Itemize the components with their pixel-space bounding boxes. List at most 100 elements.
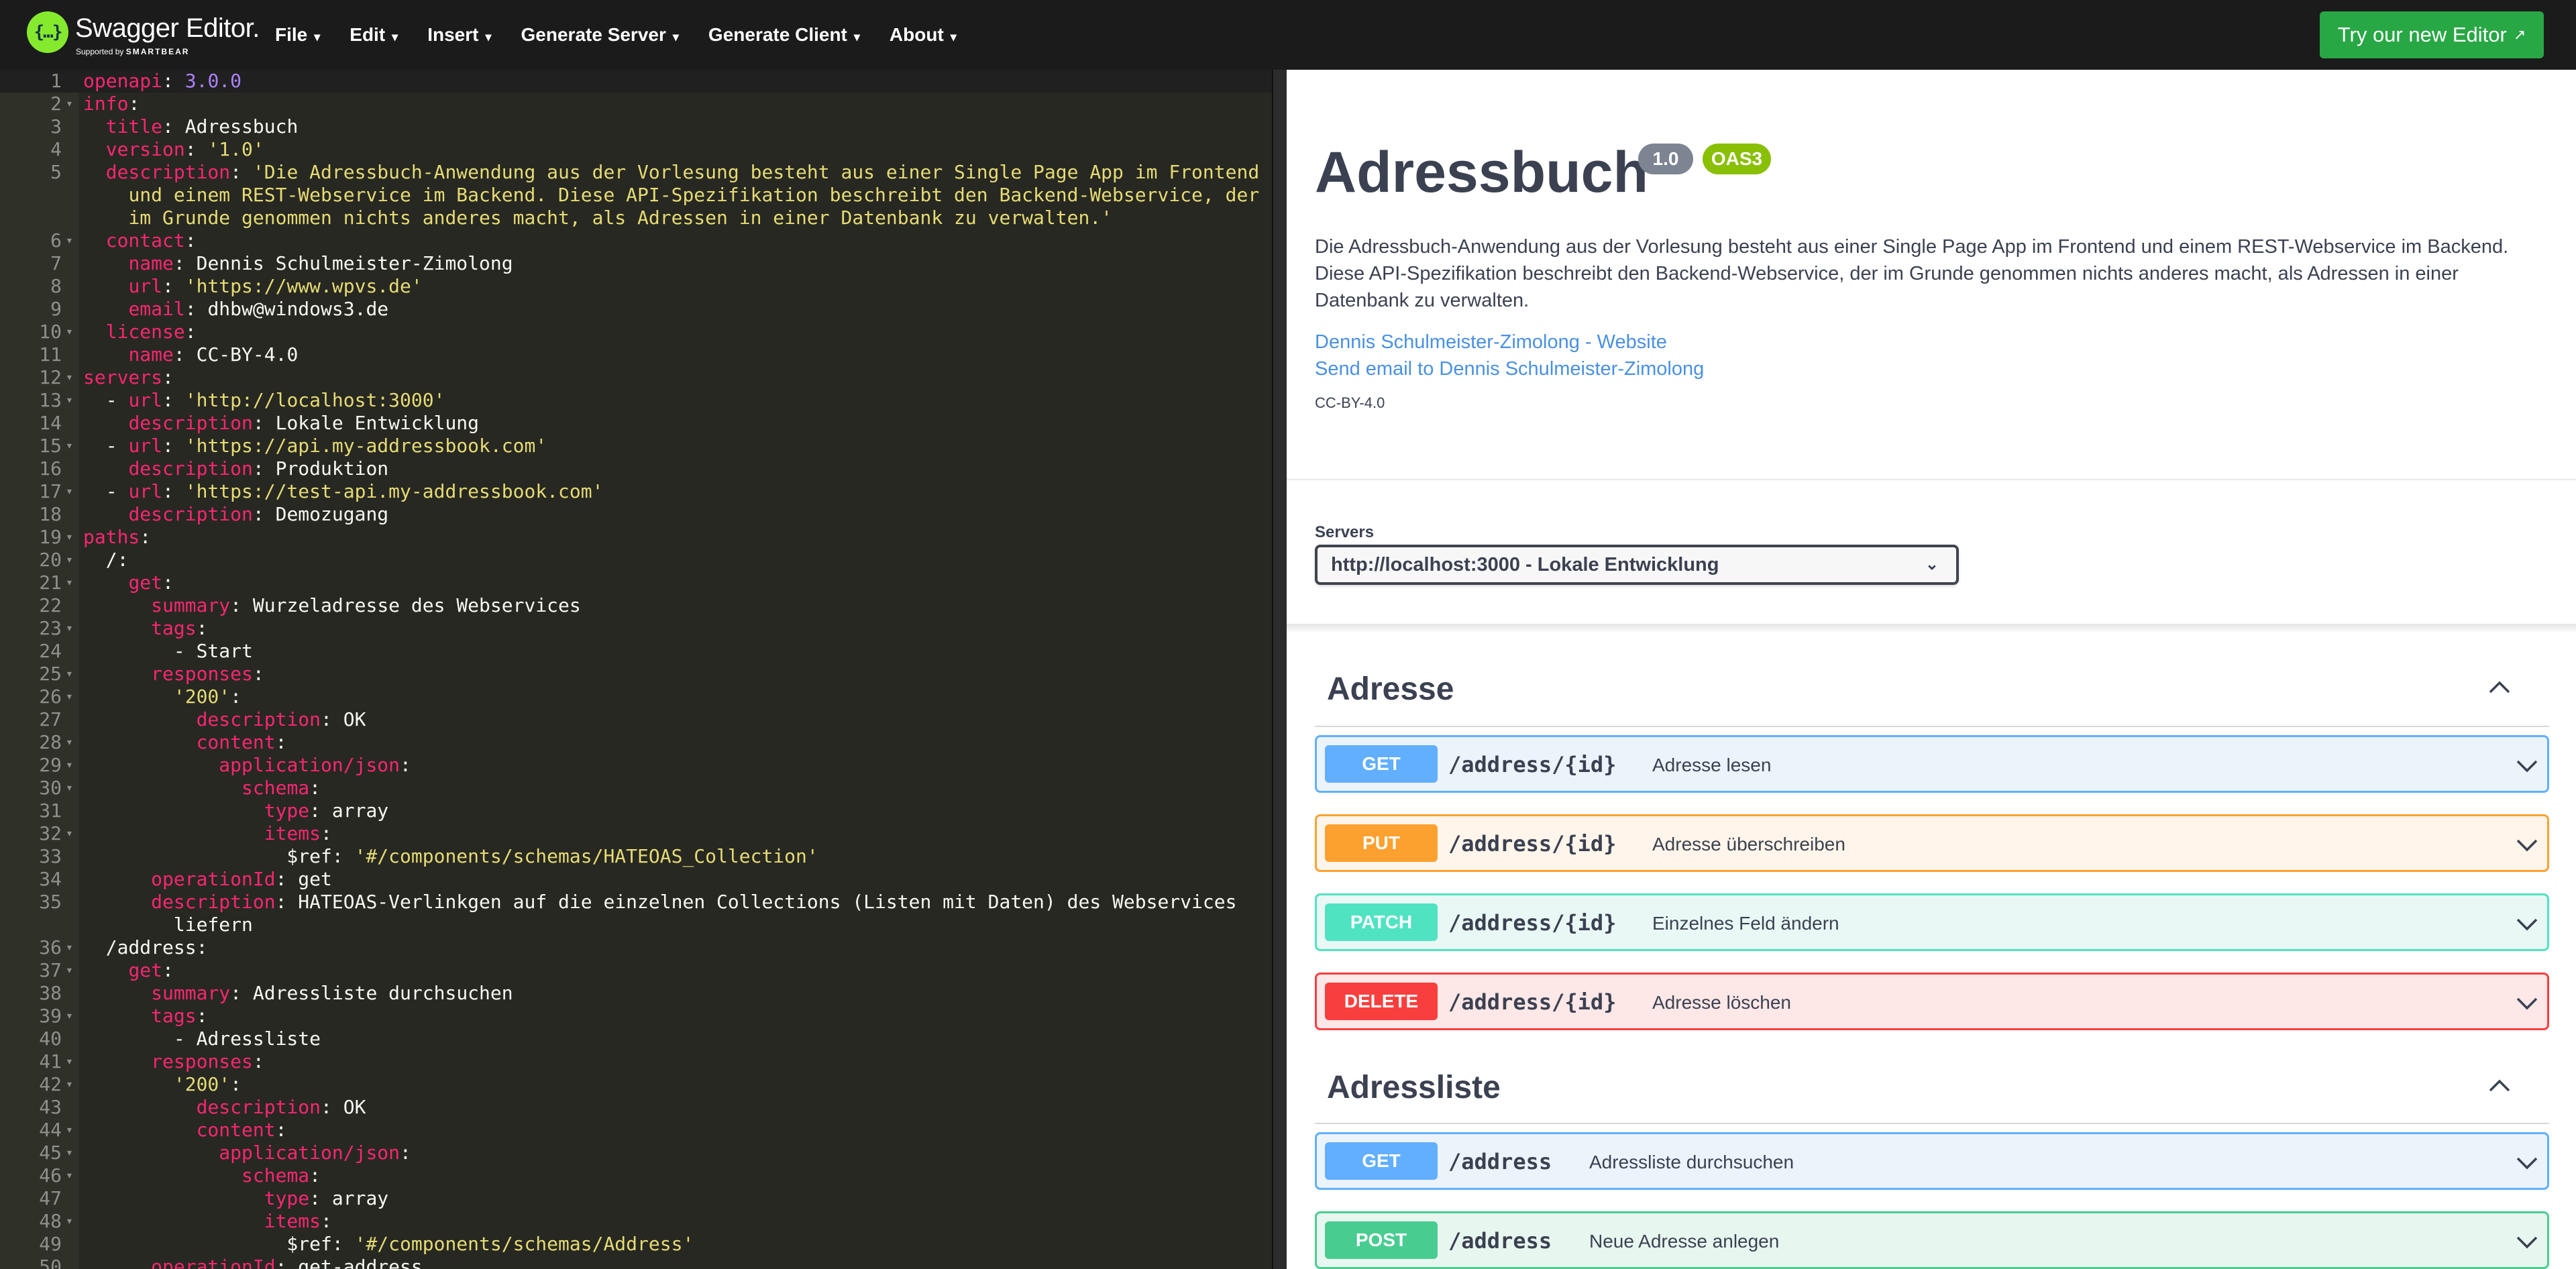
contact-website-link[interactable]: Dennis Schulmeister-Zimolong - Website: [1315, 331, 1667, 353]
fold-toggle-icon[interactable]: ▾: [66, 571, 73, 594]
editor-line[interactable]: 20 ▾ /:: [0, 549, 1272, 571]
menu-generate-server[interactable]: Generate Server ▾: [521, 24, 679, 46]
operation-post-address[interactable]: POST /address Neue Adresse anlegen: [1315, 1211, 2549, 1269]
editor-line[interactable]: 18 description: Demozugang: [0, 503, 1272, 526]
menu-about[interactable]: About ▾: [890, 24, 957, 46]
editor-line[interactable]: 31 type: array: [0, 799, 1272, 822]
editor-line[interactable]: 19 ▾ paths:: [0, 526, 1272, 549]
fold-toggle-icon[interactable]: ▾: [66, 685, 73, 708]
editor-line[interactable]: 3 title: Adressbuch: [0, 115, 1272, 138]
editor-line[interactable]: 17 ▾ - url: 'https://test-api.my-addressb…: [0, 480, 1272, 503]
editor-line[interactable]: 28 ▾ content:: [0, 731, 1272, 754]
chevron-down-icon[interactable]: [2514, 989, 2540, 1016]
menu-edit[interactable]: Edit ▾: [350, 24, 398, 46]
chevron-down-icon[interactable]: [2514, 1149, 2540, 1176]
editor-line[interactable]: 33 $ref: '#/components/schemas/HATEOAS_C…: [0, 845, 1272, 868]
editor-line[interactable]: im Grunde genommen nichts anderes macht,…: [0, 207, 1272, 229]
editor-line[interactable]: 45 ▾ application/json:: [0, 1142, 1272, 1164]
editor-line[interactable]: und einem REST-Webservice im Backend. Di…: [0, 184, 1272, 207]
editor-line[interactable]: 36 ▾ /address:: [0, 936, 1272, 959]
editor-line[interactable]: 2 ▾ info:: [0, 93, 1272, 115]
editor-line[interactable]: 15 ▾ - url: 'https://api.my-addressbook.c…: [0, 435, 1272, 457]
operation-delete-address-id[interactable]: DELETE /address/{id} Adresse löschen: [1315, 973, 2549, 1030]
fold-toggle-icon[interactable]: ▾: [66, 526, 73, 549]
operation-put-address-id[interactable]: PUT /address/{id} Adresse überschreiben: [1315, 814, 2549, 872]
tag-title-adressliste[interactable]: Adressliste: [1327, 1069, 1501, 1106]
fold-toggle-icon[interactable]: ▾: [66, 731, 73, 754]
editor-line[interactable]: 39 ▾ tags:: [0, 1005, 1272, 1028]
editor-line[interactable]: 25 ▾ responses:: [0, 663, 1272, 685]
editor-line[interactable]: 42 ▾ '200':: [0, 1073, 1272, 1096]
editor-line[interactable]: 1 openapi: 3.0.0: [0, 70, 1272, 93]
editor-line[interactable]: 46 ▾ schema:: [0, 1164, 1272, 1187]
pane-splitter[interactable]: [1272, 70, 1287, 1269]
editor-line[interactable]: 7 name: Dennis Schulmeister-Zimolong: [0, 252, 1272, 275]
editor-line[interactable]: 40 - Adressliste: [0, 1028, 1272, 1050]
editor-line[interactable]: 23 ▾ tags:: [0, 617, 1272, 640]
editor-line[interactable]: 50 operationId: get-address: [0, 1256, 1272, 1269]
editor-line[interactable]: 49 $ref: '#/components/schemas/Address': [0, 1233, 1272, 1256]
fold-toggle-icon[interactable]: ▾: [66, 321, 73, 343]
editor-line[interactable]: 8 url: 'https://www.wpvs.de': [0, 275, 1272, 298]
fold-toggle-icon[interactable]: ▾: [66, 480, 73, 503]
menu-insert[interactable]: Insert ▾: [427, 24, 491, 46]
editor-line[interactable]: 13 ▾ - url: 'http://localhost:3000': [0, 389, 1272, 412]
editor-line[interactable]: 29 ▾ application/json:: [0, 754, 1272, 777]
fold-toggle-icon[interactable]: ▾: [66, 936, 73, 959]
editor-line[interactable]: 47 type: array: [0, 1187, 1272, 1210]
chevron-down-icon[interactable]: [2514, 1228, 2540, 1255]
editor-line[interactable]: 21 ▾ get:: [0, 571, 1272, 594]
editor-line[interactable]: 34 operationId: get: [0, 868, 1272, 891]
editor-line[interactable]: liefern: [0, 914, 1272, 936]
editor-line[interactable]: 5 description: 'Die Adressbuch-Anwendung…: [0, 161, 1272, 184]
operation-get-address[interactable]: GET /address Adressliste durchsuchen: [1315, 1132, 2549, 1190]
fold-toggle-icon[interactable]: ▾: [66, 1119, 73, 1142]
editor-line[interactable]: 11 name: CC-BY-4.0: [0, 343, 1272, 366]
editor-line[interactable]: 4 version: '1.0': [0, 138, 1272, 161]
operation-get-address-id[interactable]: GET /address/{id} Adresse lesen: [1315, 735, 2549, 793]
contact-email-link[interactable]: Send email to Dennis Schulmeister-Zimolo…: [1315, 358, 1704, 380]
chevron-down-icon[interactable]: [2514, 831, 2540, 858]
editor-line[interactable]: 38 summary: Adressliste durchsuchen: [0, 982, 1272, 1005]
editor-line[interactable]: 12 ▾ servers:: [0, 366, 1272, 389]
editor-line[interactable]: 10 ▾ license:: [0, 321, 1272, 343]
editor-line[interactable]: 41 ▾ responses:: [0, 1050, 1272, 1073]
editor-line[interactable]: 48 ▾ items:: [0, 1210, 1272, 1233]
editor-line[interactable]: 24 - Start: [0, 640, 1272, 663]
fold-toggle-icon[interactable]: ▾: [66, 93, 73, 115]
servers-select[interactable]: http://localhost:3000 - Lokale Entwicklu…: [1315, 545, 1959, 585]
fold-toggle-icon[interactable]: ▾: [66, 777, 73, 799]
chevron-up-icon[interactable]: [2486, 1072, 2513, 1099]
fold-toggle-icon[interactable]: ▾: [66, 1164, 73, 1187]
editor-line[interactable]: 27 description: OK: [0, 708, 1272, 731]
fold-toggle-icon[interactable]: ▾: [66, 1005, 73, 1028]
fold-toggle-icon[interactable]: ▾: [66, 435, 73, 457]
editor-line[interactable]: 14 description: Lokale Entwicklung: [0, 412, 1272, 435]
fold-toggle-icon[interactable]: ▾: [66, 663, 73, 685]
editor-line[interactable]: 37 ▾ get:: [0, 959, 1272, 982]
editor-line[interactable]: 43 description: OK: [0, 1096, 1272, 1119]
yaml-editor[interactable]: 1 openapi: 3.0.0 2 ▾ info: 3 title: Adressbuc…: [0, 70, 1272, 1269]
editor-line[interactable]: 32 ▾ items:: [0, 822, 1272, 845]
swagger-logo-icon[interactable]: {…}: [27, 11, 68, 53]
editor-line[interactable]: 16 description: Produktion: [0, 457, 1272, 480]
fold-toggle-icon[interactable]: ▾: [66, 959, 73, 982]
chevron-down-icon[interactable]: [2514, 910, 2540, 937]
fold-toggle-icon[interactable]: ▾: [66, 754, 73, 777]
menu-file[interactable]: File ▾: [275, 24, 320, 46]
fold-toggle-icon[interactable]: ▾: [66, 366, 73, 389]
logo-title[interactable]: Swagger Editor.: [75, 13, 260, 43]
editor-line[interactable]: 22 summary: Wurzeladresse des Webservice…: [0, 594, 1272, 617]
try-new-editor-button[interactable]: Try our new Editor ↗: [2320, 11, 2544, 58]
fold-toggle-icon[interactable]: ▾: [66, 822, 73, 845]
editor-line[interactable]: 44 ▾ content:: [0, 1119, 1272, 1142]
editor-line[interactable]: 6 ▾ contact:: [0, 229, 1272, 252]
fold-toggle-icon[interactable]: ▾: [66, 549, 73, 571]
fold-toggle-icon[interactable]: ▾: [66, 229, 73, 252]
chevron-up-icon[interactable]: [2486, 673, 2513, 700]
fold-toggle-icon[interactable]: ▾: [66, 1073, 73, 1096]
fold-toggle-icon[interactable]: ▾: [66, 617, 73, 640]
operation-patch-address-id[interactable]: PATCH /address/{id} Einzelnes Feld änder…: [1315, 893, 2549, 951]
chevron-down-icon[interactable]: [2514, 752, 2540, 779]
editor-line[interactable]: 30 ▾ schema:: [0, 777, 1272, 799]
